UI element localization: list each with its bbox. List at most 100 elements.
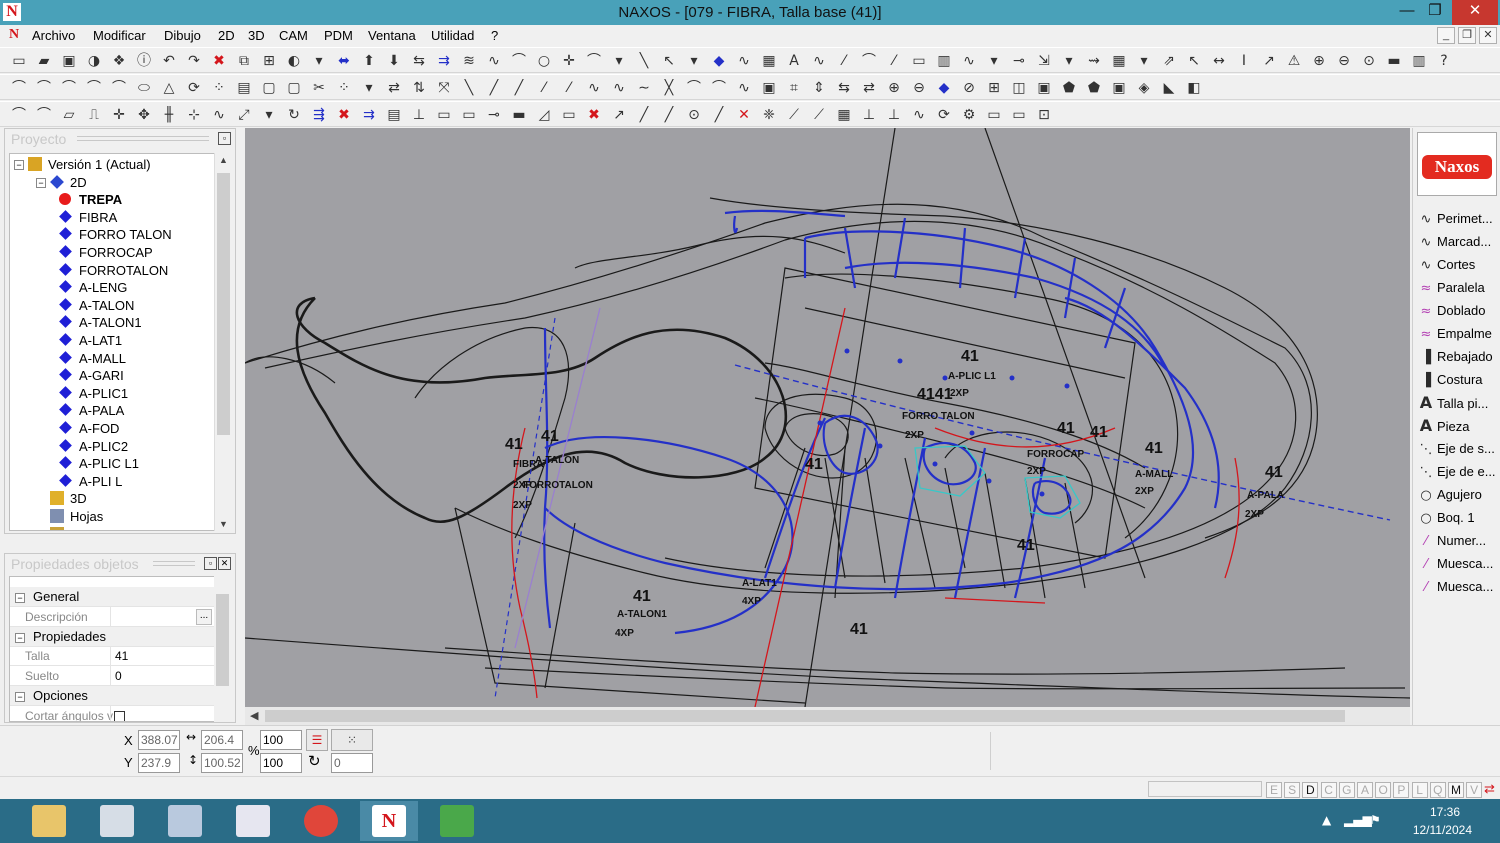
toolbar-tool-icon[interactable]: ✛ [110,106,128,124]
toolbar-tool-icon[interactable]: ▥ [1410,52,1428,70]
tree-item[interactable]: FORROCAP [58,244,153,261]
panel-dock-icon[interactable]: ▫ [218,132,231,145]
toolbar-tool-icon[interactable]: ◆ [935,79,953,97]
scroll-up-icon[interactable]: ▲ [215,155,232,165]
toolbar-tool-icon[interactable]: I [1235,52,1253,70]
toolbar-tool-icon[interactable]: ⊕ [885,79,903,97]
property-row[interactable]: Suelto 0 [10,666,214,687]
toolbar-tool-icon[interactable]: ⌒ [35,79,53,97]
toolbar-tool-icon[interactable]: ✥ [135,106,153,124]
property-category[interactable]: − General [10,587,214,607]
toolbar-tool-icon[interactable]: ⇆ [410,52,428,70]
tree-expander-icon[interactable]: − [36,177,46,188]
toolbar-tool-icon[interactable]: ▭ [10,52,28,70]
size-label[interactable]: 41 [1057,420,1075,438]
menu-cam[interactable]: CAM [279,28,308,43]
size-label[interactable]: 41 [1265,464,1283,482]
toolbar-tool-icon[interactable]: ╱ [510,79,528,97]
toolbar-tool-icon[interactable]: ╱ [635,106,653,124]
toolbar-tool-icon[interactable]: ⌒ [585,52,603,70]
tool-pieza[interactable]: A Pieza [1417,415,1470,437]
toolbar-tool-icon[interactable]: ▣ [1110,79,1128,97]
rotation-field[interactable]: 0 [331,753,373,773]
toolbar-tool-icon[interactable]: ▾ [985,52,1003,70]
piece-label[interactable]: FORROCAP [1027,449,1084,460]
size-label[interactable]: 41 [633,588,651,606]
tree-item[interactable]: A-PLI L [58,473,122,490]
tree-item[interactable]: TREPA [58,191,122,208]
tree-item[interactable]: A-MALL [58,350,126,367]
piece-label[interactable]: A-TALON1 [617,609,667,620]
toolbar-tool-icon[interactable]: ⬟ [1060,79,1078,97]
toolbar-tool-icon[interactable]: ⊹ [185,106,203,124]
tool-cortes[interactable]: ∿ Cortes [1417,254,1476,276]
snap-toggle-l[interactable]: L [1411,782,1428,798]
menu-dibujo[interactable]: Dibujo [164,28,201,43]
toolbar-tool-icon[interactable]: ∼ [635,79,653,97]
snap-toggle-d[interactable]: D [1302,782,1319,798]
piece-label[interactable]: FORROTALON [523,480,593,491]
tree-expander-icon[interactable]: − [14,160,24,170]
tree-item[interactable]: FIBRA [58,209,117,226]
toolbar-tool-icon[interactable]: ⚙ [960,106,978,124]
toolbar-tool-icon[interactable]: ⤢ [235,106,253,124]
tree-item[interactable]: A-PALA [58,402,124,419]
piece-label[interactable]: 2XP [1027,466,1046,477]
pattern-button[interactable]: ⁙ [331,729,373,751]
snap-toggle-c[interactable]: C [1320,782,1337,798]
toolbar-tool-icon[interactable]: ⇆ [835,79,853,97]
ellipsis-button[interactable]: ... [196,608,212,625]
property-category[interactable]: − Propiedades [10,626,214,647]
toolbar-tool-icon[interactable]: ▬ [1385,52,1403,70]
flag-icon[interactable]: ⚑ [1370,813,1381,827]
taskbar-app-7[interactable] [428,801,486,841]
panel-close-icon[interactable]: ✕ [218,557,231,570]
toolbar-tool-icon[interactable]: ⁘ [335,79,353,97]
toolbar-tool-icon[interactable]: ▥ [935,52,953,70]
category-collapse-icon[interactable]: − [15,692,25,702]
piece-label[interactable]: 2XP [1245,509,1264,520]
scroll-thumb[interactable] [216,594,229,686]
size-label[interactable]: 41 [805,456,823,474]
toolbar-tool-icon[interactable]: ? [1435,52,1453,70]
toolbar-tool-icon[interactable]: ⌒ [710,79,728,97]
toolbar-tool-icon[interactable]: ╫ [160,106,178,124]
toolbar-tool-icon[interactable]: ⎍ [85,106,103,124]
toolbar-tool-icon[interactable]: ⊙ [1360,52,1378,70]
toolbar-tool-icon[interactable]: ▣ [760,79,778,97]
menu-2d[interactable]: 2D [218,28,235,43]
toolbar-tool-icon[interactable]: ∿ [910,106,928,124]
toolbar-tool-icon[interactable]: ↗ [610,106,628,124]
toolbar-tool-icon[interactable]: ↻ [285,106,303,124]
toolbar-tool-icon[interactable]: ⬭ [135,79,153,97]
toolbar-tool-icon[interactable]: ◐ [285,52,303,70]
toolbar-tool-icon[interactable]: ⟋ [785,106,803,124]
toolbar-tool-icon[interactable]: ⌒ [110,79,128,97]
toolbar-tool-icon[interactable]: ▢ [260,79,278,97]
toolbar-tool-icon[interactable]: ⊕ [1310,52,1328,70]
toolbar-tool-icon[interactable]: ⁄ [835,52,853,70]
tree-item[interactable]: A-FOD [58,420,119,437]
x-coordinate-field[interactable]: 388.07 [138,730,180,750]
network-icon[interactable]: ▂▄▆ [1344,813,1372,827]
toolbar-tool-icon[interactable]: ⌒ [60,79,78,97]
size-label[interactable]: 4141 [917,386,953,404]
piece-label[interactable]: A-MALL [1135,469,1173,480]
taskbar-calculator[interactable] [88,801,146,841]
toolbar-tool-icon[interactable]: ⁘ [210,79,228,97]
piece-label[interactable]: 2XP [1135,486,1154,497]
tool-muesca[interactable]: ⁄ Muesca... [1417,576,1493,598]
toolbar-tool-icon[interactable]: ▱ [60,106,78,124]
toolbar-tool-icon[interactable]: ✖ [210,52,228,70]
tree-item[interactable]: FORROTALON [58,262,168,279]
tool-perimet[interactable]: ∿ Perimet... [1417,208,1493,230]
toolbar-tool-icon[interactable]: ∿ [610,79,628,97]
toolbar-tool-icon[interactable]: ∿ [210,106,228,124]
toolbar-tool-icon[interactable]: A [785,52,803,70]
tree-item[interactable]: FORRO TALON [58,226,172,243]
size-label[interactable]: 41 [1090,424,1108,442]
panel-grip[interactable] [77,136,209,141]
toolbar-tool-icon[interactable]: ∿ [735,52,753,70]
toolbar-tool-icon[interactable]: ▭ [985,106,1003,124]
toolbar-tool-icon[interactable]: ⟋ [810,106,828,124]
